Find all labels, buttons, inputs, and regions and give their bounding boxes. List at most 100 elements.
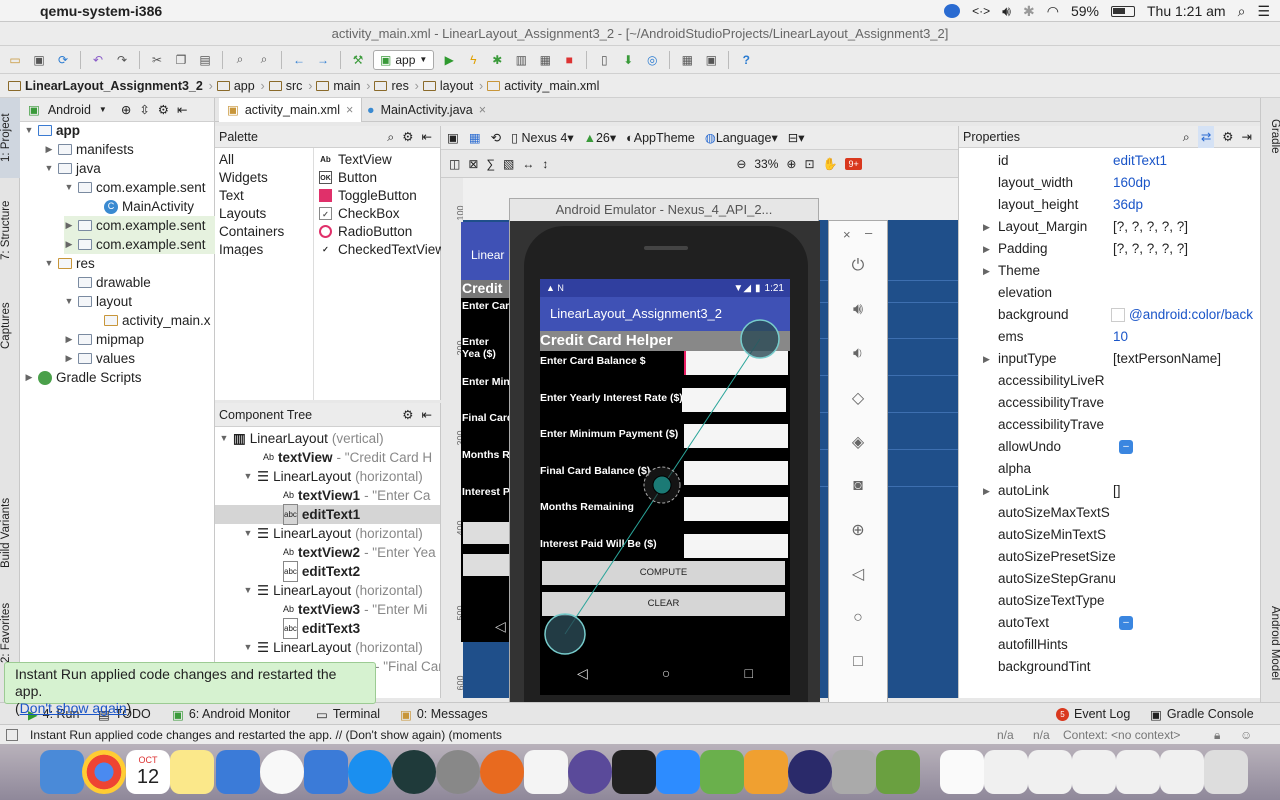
replace-icon[interactable]: ⌕	[255, 51, 273, 69]
blueprint-mode-icon[interactable]: ▦	[469, 130, 481, 145]
home-icon[interactable]: ○	[847, 607, 869, 629]
property-row[interactable]: allowUndo –	[959, 436, 1260, 458]
event-log-tab[interactable]: 5 Event Log	[1056, 703, 1130, 725]
sdk-manager-icon[interactable]: ⬇	[619, 51, 637, 69]
make-project-icon[interactable]: ⚒	[349, 51, 367, 69]
expand-icon[interactable]: ▶	[983, 348, 990, 370]
tree-item-app[interactable]: ▼ app	[24, 121, 80, 140]
expand-vertical-icon[interactable]: ↕	[542, 157, 548, 171]
palette-cat-widgets[interactable]: Widgets	[219, 170, 268, 185]
tree-row[interactable]: abc editText2	[283, 561, 360, 582]
breadcrumb-src[interactable]: src	[268, 79, 313, 93]
toggle-tool-windows-icon[interactable]	[6, 729, 18, 741]
property-row[interactable]: accessibilityLiveR	[959, 370, 1260, 392]
property-row[interactable]: ems 10	[959, 326, 1260, 348]
palette-radiobutton[interactable]: RadioButton	[319, 224, 412, 239]
property-row[interactable]: alpha	[959, 458, 1260, 480]
language-select[interactable]: ◍Language▾	[705, 130, 778, 145]
gear-icon[interactable]: ⚙	[158, 102, 169, 117]
app-store-icon[interactable]	[348, 750, 392, 794]
pan-icon[interactable]: ✋	[823, 157, 838, 171]
gear-icon[interactable]: ⚙	[402, 126, 413, 148]
tree-item-package-test[interactable]: ▶ com.example.sent	[64, 216, 215, 235]
tree-item-package-androidtest[interactable]: ▶ com.example.sent	[64, 235, 215, 254]
profile-icon[interactable]: ▥	[512, 51, 530, 69]
tree-row[interactable]: ▼ ☰ LinearLayout (horizontal)	[243, 581, 423, 600]
run-config-select[interactable]: ▣ app ▼	[373, 49, 435, 70]
property-row[interactable]: autoSizePresetSize	[959, 546, 1260, 568]
hide-icon[interactable]: ⇤	[422, 403, 432, 427]
palette-checkbox[interactable]: ✓ CheckBox	[319, 206, 400, 221]
tristate-checkbox[interactable]: –	[1119, 440, 1133, 454]
palette-cat-layouts[interactable]: Layouts	[219, 206, 266, 221]
palette-cat-all[interactable]: All	[219, 152, 234, 167]
dropbox-icon[interactable]	[944, 4, 961, 18]
document-icon[interactable]	[940, 750, 984, 794]
hide-icon[interactable]: ⇤	[177, 102, 187, 117]
tab-gradle[interactable]: Gradle	[1261, 106, 1280, 166]
infer-icon[interactable]: ∑	[486, 157, 495, 171]
camera-icon[interactable]: ◙	[847, 475, 869, 497]
volume-icon[interactable]: 🔊︎	[1002, 3, 1011, 20]
wifi-icon[interactable]: ◠	[1047, 3, 1059, 20]
minimize-icon[interactable]: –	[865, 225, 872, 240]
tree-item-manifests[interactable]: ▶ manifests	[44, 140, 134, 159]
bluetooth-icon[interactable]: ✱	[1023, 3, 1035, 20]
color-swatch[interactable]	[1111, 308, 1125, 322]
screenshot-icon[interactable]	[984, 750, 1028, 794]
property-value[interactable]: [?, ?, ?, ?, ?]	[1113, 216, 1188, 238]
rotate-right-icon[interactable]: ◈	[847, 431, 869, 453]
eclipse-icon[interactable]	[568, 750, 612, 794]
redo-icon[interactable]: ↷	[113, 51, 131, 69]
back-icon[interactable]: ◁	[847, 563, 869, 585]
tab-mainactivity[interactable]: ● MainActivity.java ×	[359, 98, 494, 122]
overview-icon[interactable]: □	[847, 651, 869, 673]
palette-checkedtextview[interactable]: ✓ CheckedTextView	[319, 242, 445, 256]
zoom-icon[interactable]: ⊕	[847, 519, 869, 541]
close-icon[interactable]: ×	[843, 227, 851, 242]
hide-icon[interactable]: ⇤	[422, 126, 432, 148]
keynote-icon[interactable]	[216, 750, 260, 794]
toggle-view-icon[interactable]: ⇄	[1197, 126, 1215, 148]
screenshot-icon[interactable]	[1160, 750, 1204, 794]
terminal-icon[interactable]	[612, 750, 656, 794]
tree-row[interactable]: ▼ ☰ LinearLayout (horizontal)	[243, 638, 423, 657]
property-row[interactable]: accessibilityTrave	[959, 392, 1260, 414]
debug-icon[interactable]: ✱	[488, 51, 506, 69]
warnings-badge[interactable]: 9+	[845, 157, 862, 170]
paste-icon[interactable]: ▤	[196, 51, 214, 69]
itunes-icon[interactable]	[260, 750, 304, 794]
property-value[interactable]: 36dp	[1113, 194, 1143, 216]
phone-screen[interactable]: ▲ N ▼◢ ▮ 1:21 LinearLayout_Assignment3_2 …	[540, 279, 790, 695]
sync-icon[interactable]: ⟳	[54, 51, 72, 69]
stop-icon[interactable]: ■	[560, 51, 578, 69]
code-icon[interactable]: <·>	[972, 4, 990, 18]
calendar-icon[interactable]: OCT 12	[126, 750, 170, 794]
device-select[interactable]: ▯ Nexus 4▾	[511, 130, 574, 145]
property-row[interactable]: ▶ Padding [?, ?, ?, ?, ?]	[959, 238, 1260, 260]
search-icon[interactable]: ⌕	[387, 126, 394, 148]
property-row[interactable]: autoSizeMinTextS	[959, 524, 1260, 546]
run-icon[interactable]: ▶	[440, 51, 458, 69]
notification-center-icon[interactable]: ☰	[1257, 3, 1270, 20]
tree-row[interactable]: ▼ ☰ LinearLayout (horizontal)	[243, 467, 423, 486]
property-row[interactable]: autoSizeMaxTextS	[959, 502, 1260, 524]
theme-select[interactable]: ◐AppTheme	[626, 131, 695, 145]
property-value[interactable]: 160dp	[1113, 172, 1151, 194]
screenshot-icon[interactable]	[1116, 750, 1160, 794]
tree-row[interactable]: Ab textView1- "Enter Ca	[283, 486, 430, 505]
search-icon[interactable]: ⌕	[1183, 126, 1190, 148]
autoconnect-icon[interactable]: ⊠	[468, 157, 478, 171]
xcode-icon[interactable]	[304, 750, 348, 794]
tab-project[interactable]: 1: Project	[0, 98, 20, 178]
tree-row[interactable]: Ab textView - "Credit Card H	[263, 448, 432, 467]
breadcrumb-file[interactable]: activity_main.xml	[487, 79, 609, 93]
clear-constraints-icon[interactable]: ▧	[503, 157, 514, 171]
dont-show-again-link[interactable]: Don't show again	[20, 700, 127, 716]
gear-icon[interactable]: ⚙	[1222, 126, 1233, 148]
tree-item-activity-main[interactable]: activity_main.x	[104, 311, 211, 330]
tab-build-variants[interactable]: Build Variants	[0, 488, 20, 578]
breadcrumb-main[interactable]: main	[316, 79, 371, 93]
tree-item-layout[interactable]: ▼ layout	[64, 292, 133, 311]
back-icon[interactable]: ←	[290, 51, 308, 69]
